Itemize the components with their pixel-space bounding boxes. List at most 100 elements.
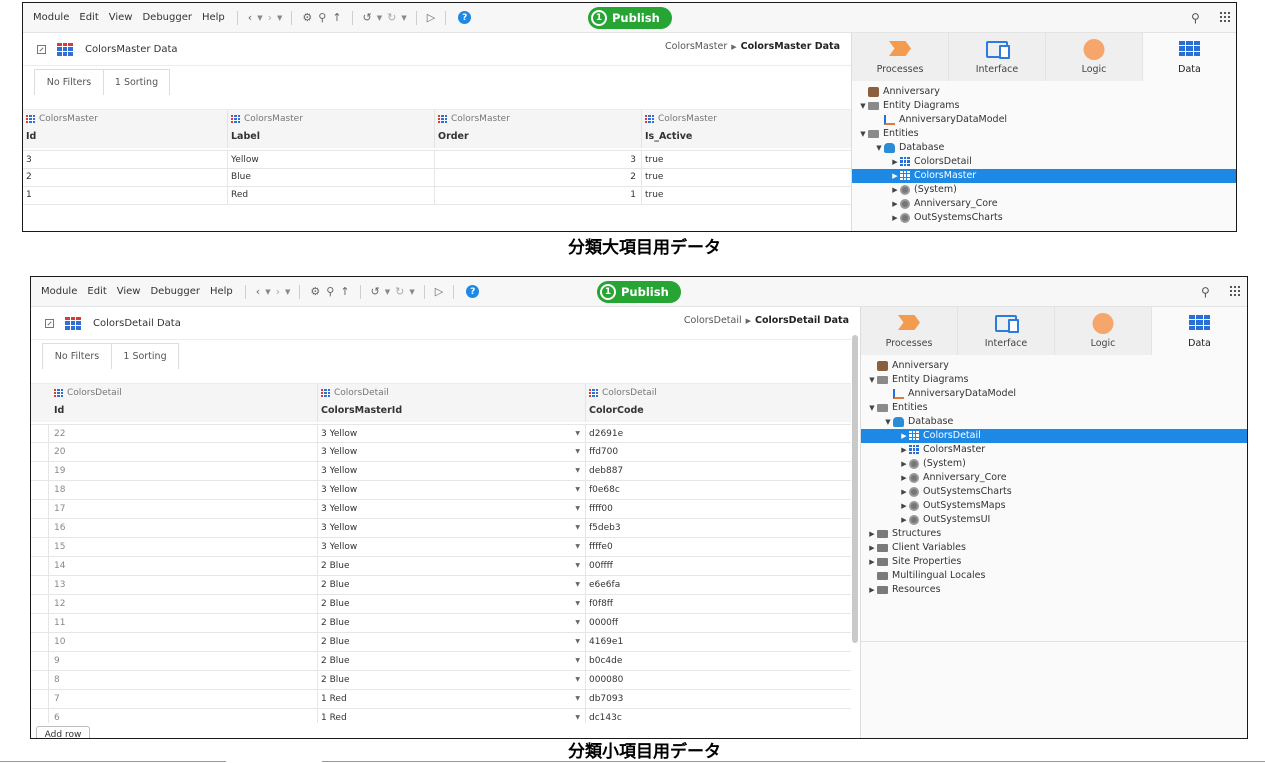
- chevron-down-icon[interactable]: ▼: [383, 288, 392, 296]
- chevron-down-icon[interactable]: ▼: [399, 14, 408, 22]
- table-row[interactable]: 11 2 Blue ▼ 0000ff: [31, 614, 851, 633]
- tab-processes[interactable]: Processes: [852, 33, 949, 81]
- chevron-down-icon[interactable]: ▼: [283, 288, 292, 296]
- chevron-down-icon[interactable]: ▼: [575, 690, 580, 708]
- table-row[interactable]: 9 2 Blue ▼ b0c4de: [31, 652, 851, 671]
- table-row[interactable]: 19 3 Yellow ▼ deb887: [31, 462, 851, 481]
- tab-logic[interactable]: Logic: [1055, 307, 1152, 355]
- cell-is-active[interactable]: true: [642, 168, 851, 187]
- tree-node[interactable]: ▶ (System): [852, 183, 1236, 197]
- column-header-label[interactable]: ColorsMaster Label: [228, 110, 435, 148]
- tree-node[interactable]: Anniversary: [861, 359, 1247, 373]
- cell-label[interactable]: Red: [228, 186, 435, 205]
- tab-data[interactable]: Data: [1143, 33, 1236, 81]
- help-icon[interactable]: ?: [466, 285, 480, 298]
- search-icon[interactable]: ⚲: [1201, 285, 1210, 299]
- cell-colorcode[interactable]: 4169e1: [586, 633, 851, 652]
- column-header-colorsmasterid[interactable]: ColorsDetail ColorsMasterId: [318, 384, 586, 422]
- table-row[interactable]: 14 2 Blue ▼ 00ffff: [31, 557, 851, 576]
- cell-id[interactable]: 14: [49, 557, 318, 576]
- chevron-right-icon[interactable]: ▶: [899, 485, 909, 499]
- chevron-right-icon[interactable]: ▶: [890, 183, 900, 197]
- cell-id[interactable]: 19: [49, 462, 318, 481]
- table-row[interactable]: 8 2 Blue ▼ 000080: [31, 671, 851, 690]
- merge-icon[interactable]: ↑: [337, 285, 352, 298]
- tree-node[interactable]: ▼ Entity Diagrams: [852, 99, 1236, 113]
- cell-colorsmasterid[interactable]: 2 Blue ▼: [318, 614, 586, 633]
- publish-button[interactable]: 1 Publish: [597, 281, 681, 303]
- cell-order[interactable]: 1: [435, 186, 642, 205]
- chevron-down-icon[interactable]: ▼: [575, 652, 580, 670]
- cell-id[interactable]: 11: [49, 614, 318, 633]
- back-icon[interactable]: ‹: [245, 11, 255, 24]
- cell-colorcode[interactable]: 000080: [586, 671, 851, 690]
- tab-interface[interactable]: Interface: [949, 33, 1046, 81]
- chevron-down-icon[interactable]: ▼: [575, 633, 580, 651]
- cell-colorsmasterid[interactable]: 3 Yellow ▼: [318, 481, 586, 500]
- sorting-tab[interactable]: 1 Sorting: [103, 69, 170, 95]
- menu-view[interactable]: View: [104, 12, 138, 23]
- chevron-down-icon[interactable]: ▼: [874, 141, 884, 155]
- chevron-right-icon[interactable]: ▶: [899, 429, 909, 443]
- cell-colorsmasterid[interactable]: 2 Blue ▼: [318, 633, 586, 652]
- undo-icon[interactable]: ↺: [360, 11, 375, 24]
- vertical-scrollbar[interactable]: [852, 335, 858, 643]
- column-header-order[interactable]: ColorsMaster Order: [435, 110, 642, 148]
- chevron-right-icon[interactable]: ▶: [890, 169, 900, 183]
- tab-interface[interactable]: Interface: [958, 307, 1055, 355]
- tree-node[interactable]: ▼ Database: [861, 415, 1247, 429]
- chevron-down-icon[interactable]: ▼: [275, 14, 284, 22]
- tree-node[interactable]: AnniversaryDataModel: [861, 387, 1247, 401]
- forward-icon[interactable]: ›: [265, 11, 275, 24]
- tree-node[interactable]: Anniversary: [852, 85, 1236, 99]
- megaphone-icon[interactable]: ▷: [432, 285, 446, 298]
- table-row[interactable]: 17 3 Yellow ▼ ffff00: [31, 500, 851, 519]
- table-row[interactable]: 6 1 Red ▼ dc143c: [31, 709, 851, 723]
- tree-node[interactable]: ▶ OutSystemsUI: [861, 513, 1247, 527]
- tab-data[interactable]: Data: [1152, 307, 1247, 355]
- chevron-down-icon[interactable]: ▼: [575, 425, 580, 443]
- tree-node[interactable]: ▶ ColorsDetail: [852, 155, 1236, 169]
- table-row[interactable]: 22 3 Yellow ▼ d2691e: [31, 424, 851, 444]
- tree-node[interactable]: ▼ Entities: [852, 127, 1236, 141]
- chevron-right-icon[interactable]: ▶: [899, 457, 909, 471]
- chevron-right-icon[interactable]: ▶: [867, 541, 877, 555]
- menu-debugger[interactable]: Debugger: [137, 12, 197, 23]
- column-header-id[interactable]: ColorsMaster Id: [23, 110, 228, 148]
- cell-colorsmasterid[interactable]: 3 Yellow ▼: [318, 425, 586, 444]
- chevron-right-icon[interactable]: ▶: [890, 197, 900, 211]
- cell-id[interactable]: 2: [23, 168, 228, 187]
- chevron-down-icon[interactable]: ▼: [575, 443, 580, 461]
- table-row[interactable]: 18 3 Yellow ▼ f0e68c: [31, 481, 851, 500]
- column-header-is-active[interactable]: ColorsMaster Is_Active: [642, 110, 851, 148]
- table-row[interactable]: 10 2 Blue ▼ 4169e1: [31, 633, 851, 652]
- undo-icon[interactable]: ↺: [368, 285, 383, 298]
- cell-order[interactable]: 2: [435, 168, 642, 187]
- chevron-down-icon[interactable]: ▼: [858, 99, 868, 113]
- menu-help[interactable]: Help: [197, 12, 230, 23]
- breadcrumb-parent[interactable]: ColorsDetail: [684, 315, 742, 326]
- cell-id[interactable]: 1: [23, 186, 228, 205]
- plug-icon[interactable]: ⚲: [323, 285, 337, 298]
- chevron-right-icon[interactable]: ▶: [899, 499, 909, 513]
- search-icon[interactable]: ⚲: [1191, 11, 1200, 25]
- cell-colorcode[interactable]: 0000ff: [586, 614, 851, 633]
- cell-colorcode[interactable]: ffff00: [586, 500, 851, 519]
- redo-icon[interactable]: ↻: [392, 285, 407, 298]
- gear-icon[interactable]: ⚙: [307, 285, 323, 298]
- table-row[interactable]: 13 2 Blue ▼ e6e6fa: [31, 576, 851, 595]
- menu-help[interactable]: Help: [205, 286, 238, 297]
- menu-module[interactable]: Module: [28, 12, 74, 23]
- cell-id[interactable]: 17: [49, 500, 318, 519]
- cell-id[interactable]: 16: [49, 519, 318, 538]
- redo-icon[interactable]: ↻: [384, 11, 399, 24]
- cell-id[interactable]: 8: [49, 671, 318, 690]
- tree-node[interactable]: ▶ Anniversary_Core: [861, 471, 1247, 485]
- chevron-down-icon[interactable]: ▼: [375, 14, 384, 22]
- chevron-down-icon[interactable]: ▼: [255, 14, 264, 22]
- column-header-id[interactable]: ColorsDetail Id: [49, 384, 318, 422]
- cell-id[interactable]: 10: [49, 633, 318, 652]
- tree-node[interactable]: ▼ Database: [852, 141, 1236, 155]
- menu-edit[interactable]: Edit: [82, 286, 111, 297]
- cell-colorsmasterid[interactable]: 2 Blue ▼: [318, 595, 586, 614]
